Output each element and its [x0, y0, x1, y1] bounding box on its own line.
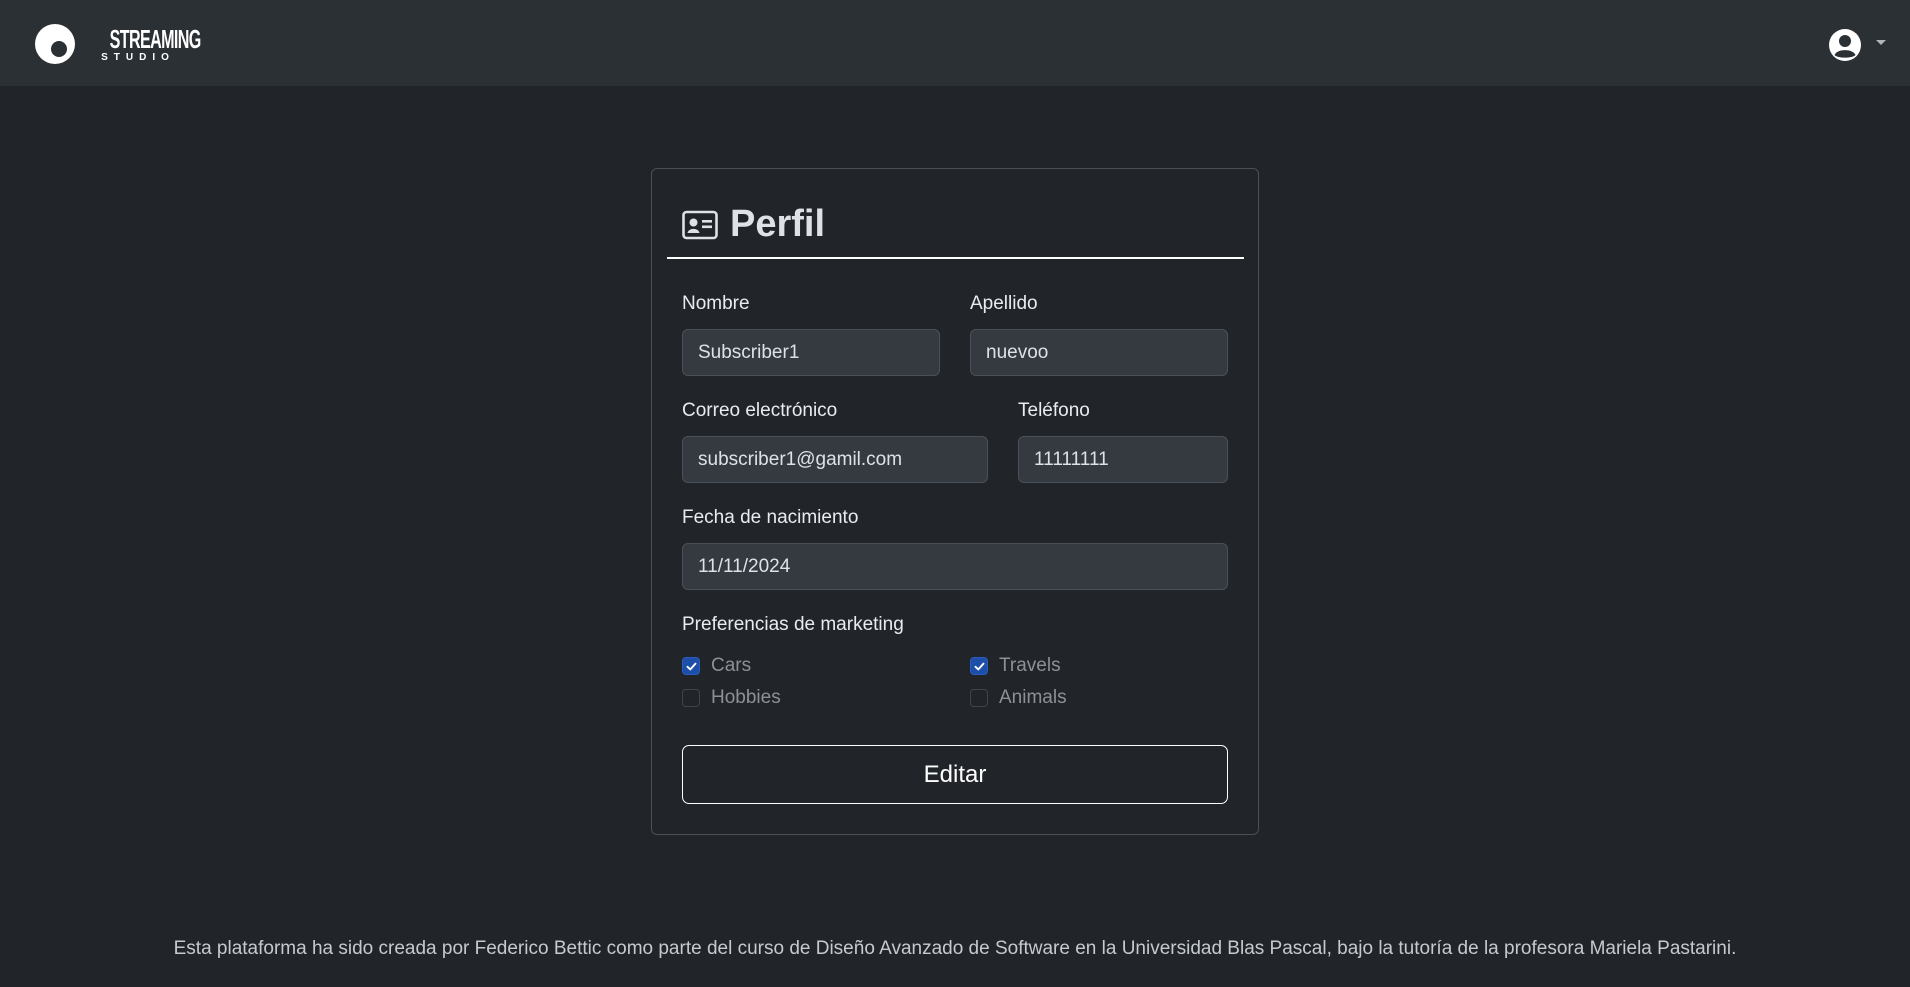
footer-text: Esta plataforma ha sido creada por Feder… — [173, 938, 1737, 959]
checkbox-box[interactable] — [970, 657, 988, 675]
checkmark-icon — [686, 662, 696, 670]
telefono-input[interactable] — [1018, 436, 1228, 483]
page-title: Perfil — [730, 203, 826, 245]
nombre-input[interactable] — [682, 329, 940, 376]
correo-label: Correo electrónico — [682, 400, 838, 421]
fecha-label: Fecha de nacimiento — [682, 507, 859, 528]
edit-button[interactable]: Editar — [682, 745, 1228, 804]
telefono-label: Teléfono — [1018, 400, 1090, 421]
checkbox-label: Animals — [999, 687, 1067, 708]
checkbox-box[interactable] — [682, 689, 700, 707]
user-menu-toggle[interactable] — [1828, 28, 1886, 62]
top-navbar: STREAMING STUDIO — [0, 0, 1910, 86]
id-card-icon — [682, 210, 718, 239]
email-input[interactable] — [682, 436, 988, 483]
checkbox-label: Cars — [711, 655, 752, 676]
checkbox-animals[interactable]: Animals — [970, 687, 1067, 709]
user-circle-icon — [1829, 29, 1861, 61]
profile-card: Perfil Nombre Apellido Correo electrónic… — [651, 168, 1259, 835]
checkbox-box[interactable] — [970, 689, 988, 707]
caret-down-icon — [1876, 39, 1886, 45]
checkbox-label: Hobbies — [711, 687, 781, 708]
marketing-label: Preferencias de marketing — [682, 614, 904, 635]
brand-wordmark: STREAMING STUDIO — [94, 23, 202, 63]
header-divider — [667, 257, 1244, 259]
checkbox-box[interactable] — [682, 657, 700, 675]
apellido-input[interactable] — [970, 329, 1228, 376]
brand-subtitle: STUDIO — [101, 51, 175, 63]
brand-name: STREAMING — [109, 23, 202, 54]
checkbox-label: Travels — [999, 655, 1061, 676]
apellido-label: Apellido — [970, 293, 1038, 314]
checkbox-hobbies[interactable]: Hobbies — [682, 687, 781, 709]
fecha-nacimiento-input[interactable] — [682, 543, 1228, 590]
checkbox-travels[interactable]: Travels — [970, 655, 1061, 677]
profile-header: Perfil — [682, 203, 825, 246]
checkbox-cars[interactable]: Cars — [682, 655, 751, 677]
streaming-logo-icon — [35, 24, 75, 64]
brand-logo-link[interactable]: STREAMING STUDIO — [34, 22, 202, 66]
checkmark-icon — [974, 662, 984, 670]
nombre-label: Nombre — [682, 293, 750, 314]
